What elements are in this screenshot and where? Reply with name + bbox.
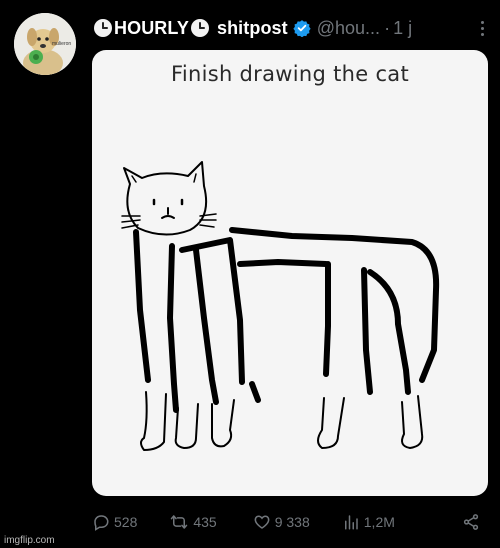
views-icon: [344, 515, 358, 530]
post-time[interactable]: 1 j: [393, 18, 412, 39]
like-button[interactable]: 9 338: [253, 513, 310, 531]
post-media[interactable]: Finish drawing the cat: [92, 50, 488, 496]
separator-dot: ·: [384, 17, 391, 38]
display-name-part1[interactable]: HOURLY: [114, 18, 189, 39]
repost-count: 435: [193, 514, 217, 530]
avatar[interactable]: mulieron: [14, 13, 76, 75]
reply-count: 528: [114, 514, 138, 530]
repost-button[interactable]: 435: [169, 513, 217, 531]
like-count: 9 338: [274, 514, 310, 530]
watermark: imgflip.com: [4, 535, 55, 546]
views-count: 1,2M: [363, 514, 395, 530]
post-header: HOURLY shitpost @hou... · 1 j: [92, 14, 490, 42]
post-actions-bar: 528 435 9 338 1,2M: [92, 510, 480, 534]
clock-icon: [190, 19, 209, 37]
like-icon: [254, 515, 270, 529]
verified-icon: [293, 20, 311, 37]
display-name-part2[interactable]: shitpost: [217, 18, 288, 39]
share-icon[interactable]: [462, 513, 480, 531]
user-handle[interactable]: @hou...: [317, 18, 380, 39]
long-cat-drawing: [121, 161, 440, 451]
reply-button[interactable]: 528: [92, 513, 137, 531]
repost-icon: [171, 515, 188, 529]
avatar-dog-image: mulieron: [14, 13, 76, 75]
views-button[interactable]: 1,2M: [342, 513, 395, 531]
more-icon[interactable]: [474, 18, 490, 38]
avatar-label: mulieron: [52, 41, 71, 47]
clock-icon: [94, 19, 112, 37]
reply-icon: [94, 515, 109, 531]
